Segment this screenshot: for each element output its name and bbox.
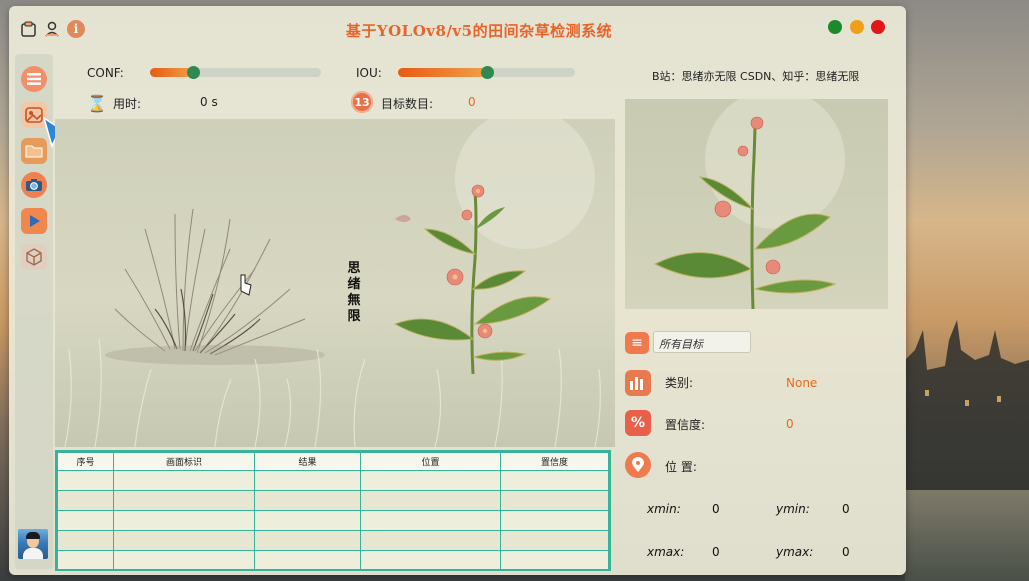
- hourglass-icon: ⌛: [87, 94, 107, 113]
- time-value: 0 s: [200, 95, 218, 109]
- column-header-index[interactable]: 序号: [57, 452, 114, 471]
- camera-icon[interactable]: [21, 172, 47, 198]
- table-cell[interactable]: [113, 530, 255, 551]
- table-cell[interactable]: [360, 550, 501, 569]
- table-cell[interactable]: [500, 550, 609, 569]
- position-label: 位 置:: [665, 460, 697, 474]
- category-label: 类别:: [665, 376, 694, 390]
- iou-slider-handle[interactable]: [481, 66, 494, 79]
- results-table[interactable]: 序号 画面标识 结果 位置 置信度: [55, 450, 611, 571]
- maximize-button[interactable]: [850, 20, 864, 34]
- info-icon[interactable]: i: [67, 20, 85, 38]
- app-window: i 基于YOLOv8/v5的田间杂草检测系统 CONF: IOU: ⌛ 用时: …: [9, 6, 906, 575]
- target-count-value: 0: [468, 95, 476, 109]
- table-cell[interactable]: [360, 510, 501, 531]
- conf-label: CONF:: [87, 66, 124, 80]
- confidence-label: 置信度:: [665, 418, 706, 432]
- video-play-icon[interactable]: [21, 208, 47, 234]
- xmax-label: xmax:: [647, 545, 685, 559]
- detection-result-panel: ≡ 所有目标 类别: None % 置信度: 0 位 置: xmin: 0 ym…: [625, 316, 895, 571]
- table-cell[interactable]: [254, 470, 361, 491]
- iou-label: IOU:: [356, 66, 382, 80]
- xmax-value: 0: [712, 545, 720, 559]
- minimize-button[interactable]: [828, 20, 842, 34]
- table-cell[interactable]: [57, 550, 114, 569]
- table-cell[interactable]: [113, 490, 255, 511]
- table-cell[interactable]: [500, 530, 609, 551]
- column-header-frame[interactable]: 画面标识: [113, 452, 255, 471]
- table-cell[interactable]: [113, 550, 255, 569]
- model-cube-icon[interactable]: [21, 244, 47, 270]
- avatar[interactable]: [18, 529, 48, 559]
- castle-silhouette: [905, 320, 1029, 490]
- table-cell[interactable]: [113, 470, 255, 491]
- column-header-result[interactable]: 结果: [254, 452, 361, 471]
- table-cell[interactable]: [57, 490, 114, 511]
- table-header-row: 序号 画面标识 结果 位置 置信度: [57, 452, 609, 471]
- clipboard-icon[interactable]: [19, 20, 37, 38]
- percent-icon: %: [625, 410, 651, 436]
- conf-slider[interactable]: [150, 66, 321, 79]
- time-label: 用时:: [113, 97, 142, 111]
- iou-slider-fill: [398, 68, 487, 77]
- target-count-label: 目标数目:: [381, 97, 434, 111]
- table-row[interactable]: [57, 510, 609, 531]
- table-cell[interactable]: [254, 510, 361, 531]
- table-cell[interactable]: [500, 490, 609, 511]
- category-value: None: [786, 376, 818, 390]
- poem-text: 思绪無限: [347, 261, 361, 324]
- plant-thumbnail-illustration: [653, 99, 845, 309]
- weed-painting-illustration: [64, 119, 601, 447]
- target-select[interactable]: 所有目标: [653, 331, 751, 353]
- window-title: 基于YOLOv8/v5的田间杂草检测系统: [345, 22, 613, 40]
- column-header-position[interactable]: 位置: [360, 452, 501, 471]
- main-image-display[interactable]: [55, 119, 615, 447]
- title-bar: i 基于YOLOv8/v5的田间杂草检测系统: [9, 6, 906, 54]
- category-icon: [625, 370, 651, 396]
- ymax-label: ymax:: [776, 545, 814, 559]
- table-row[interactable]: [57, 530, 609, 551]
- table-cell[interactable]: [500, 510, 609, 531]
- table-cell[interactable]: [360, 490, 501, 511]
- table-cell[interactable]: [113, 510, 255, 531]
- list-icon: ≡: [625, 332, 649, 354]
- menu-list-icon[interactable]: [21, 66, 47, 92]
- xmin-value: 0: [712, 502, 720, 516]
- ymin-value: 0: [842, 502, 850, 516]
- thumbnail-display[interactable]: [625, 99, 888, 309]
- location-pin-icon: [625, 452, 651, 478]
- xmin-label: xmin:: [647, 502, 681, 516]
- table-cell[interactable]: [57, 510, 114, 531]
- table-row[interactable]: [57, 550, 609, 569]
- column-header-confidence[interactable]: 置信度: [500, 452, 609, 471]
- table-row[interactable]: [57, 490, 609, 511]
- table-cell[interactable]: [360, 470, 501, 491]
- table-cell[interactable]: [360, 530, 501, 551]
- target-count-icon: 13: [351, 91, 373, 113]
- ymin-label: ymin:: [776, 502, 810, 516]
- close-button[interactable]: [871, 20, 885, 34]
- table-row[interactable]: [57, 470, 609, 491]
- iou-slider[interactable]: [398, 66, 575, 79]
- table-cell[interactable]: [254, 490, 361, 511]
- table-cell[interactable]: [254, 550, 361, 569]
- table-cell[interactable]: [500, 470, 609, 491]
- table-cell[interactable]: [57, 470, 114, 491]
- table-cell[interactable]: [57, 530, 114, 551]
- ymax-value: 0: [842, 545, 850, 559]
- table-cell[interactable]: [254, 530, 361, 551]
- user-icon[interactable]: [43, 20, 61, 38]
- author-credit: B站：思绪亦无限 CSDN、知乎：思绪无限: [652, 70, 860, 83]
- lake-background: [905, 490, 1029, 581]
- conf-slider-handle[interactable]: [187, 66, 200, 79]
- confidence-value: 0: [786, 417, 794, 431]
